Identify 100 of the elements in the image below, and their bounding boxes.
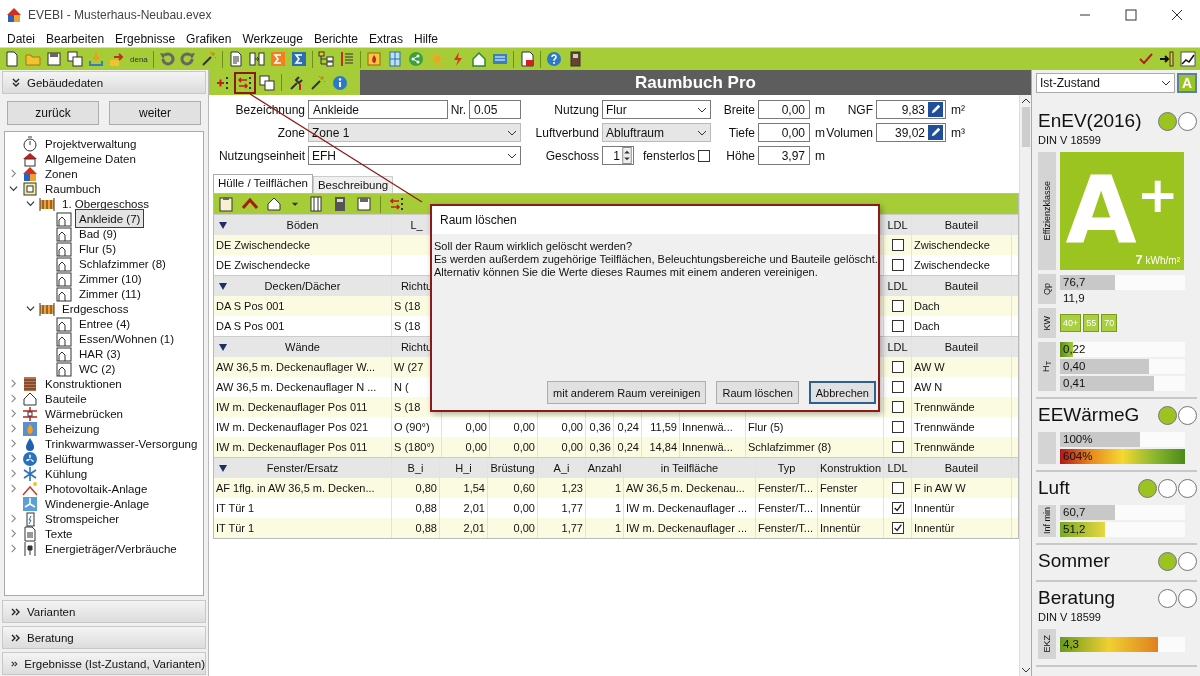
panel-header[interactable]: Beratung: [2, 626, 206, 649]
triangle-icon[interactable]: [218, 342, 228, 352]
spin-field[interactable]: 1: [602, 146, 634, 165]
hierarchy-icon[interactable]: [317, 51, 334, 67]
report-icon[interactable]: [518, 51, 535, 67]
tree-item[interactable]: Bauteile: [41, 390, 91, 407]
panel-header[interactable]: Gebäudedaten: [2, 71, 206, 94]
chevron-icon[interactable]: [9, 184, 18, 193]
report-icon[interactable]: [227, 51, 244, 67]
tree-item[interactable]: Beheizung: [41, 420, 104, 437]
tree-item[interactable]: Flur (5): [75, 240, 121, 257]
menu-item[interactable]: Hilfe: [409, 31, 444, 46]
column-header[interactable]: Typ: [777, 462, 796, 474]
number-field[interactable]: 9,83: [876, 100, 946, 119]
swap-icon[interactable]: [237, 74, 253, 91]
checkbox[interactable]: [891, 259, 904, 271]
arrow-bar-icon[interactable]: [1159, 51, 1175, 67]
checkbox[interactable]: [891, 502, 904, 514]
tree-item[interactable]: HAR (3): [75, 345, 125, 362]
dialog-button[interactable]: Raum löschen: [716, 381, 799, 404]
tree-item[interactable]: Wärmebrücken: [41, 405, 127, 422]
column-header[interactable]: Anzahl: [587, 462, 622, 474]
tree-item[interactable]: Allgemeine Daten: [41, 150, 140, 167]
tree-item[interactable]: Bad (9): [75, 225, 121, 242]
column-header[interactable]: B_i: [407, 462, 424, 474]
network-icon[interactable]: [407, 51, 424, 67]
dialog-button[interactable]: Abbrechen: [808, 381, 876, 404]
save-icon[interactable]: [356, 196, 372, 212]
column-icon[interactable]: [308, 196, 324, 212]
column-header[interactable]: Konstruktion: [819, 462, 882, 474]
text-field[interactable]: Ankleide: [308, 100, 448, 119]
menu-item[interactable]: Berichte: [308, 31, 364, 46]
roof-icon[interactable]: [242, 196, 258, 212]
checkbox[interactable]: [891, 320, 904, 332]
column-header[interactable]: in Teilfläche: [660, 462, 719, 474]
chevron-icon[interactable]: [26, 199, 35, 208]
scroll-thumb[interactable]: [1022, 107, 1030, 147]
number-field[interactable]: 0,00: [758, 100, 810, 119]
chevron-icon[interactable]: [26, 304, 35, 313]
window-icon[interactable]: [386, 51, 403, 67]
column-header[interactable]: Brüstung: [490, 462, 535, 474]
column-header[interactable]: A_i: [553, 462, 570, 474]
dialog-button[interactable]: mit anderem Raum vereinigen: [547, 381, 707, 404]
tree-item[interactable]: Zonen: [41, 165, 82, 182]
dropdown[interactable]: EFH: [308, 146, 521, 165]
house-icon[interactable]: [470, 51, 487, 67]
checkbox[interactable]: [891, 300, 904, 312]
dropdown[interactable]: Ist-Zustand: [1036, 73, 1175, 93]
column-header[interactable]: LDL: [887, 341, 908, 353]
tree-item[interactable]: Zimmer (10): [75, 270, 146, 287]
calculator-icon[interactable]: [332, 196, 348, 212]
checkmark-icon[interactable]: [1138, 51, 1154, 67]
checkbox[interactable]: [891, 401, 904, 413]
back-button[interactable]: zurück: [7, 101, 99, 125]
checkbox[interactable]: [891, 361, 904, 373]
edit-button[interactable]: [928, 102, 943, 117]
tab[interactable]: Hülle / Teilflächen: [213, 174, 313, 193]
column-header[interactable]: Bauteil: [944, 280, 979, 292]
column-header[interactable]: Wände: [285, 341, 320, 353]
column-header[interactable]: L_: [410, 219, 423, 231]
house-outline-icon[interactable]: [266, 196, 282, 212]
column-header[interactable]: LDL: [887, 462, 908, 474]
number-field[interactable]: 0,00: [758, 123, 810, 142]
tree-item[interactable]: Erdgeschoss: [58, 300, 133, 317]
tree-item[interactable]: WC (2): [75, 360, 120, 377]
tree-item[interactable]: Kühlung: [41, 465, 92, 482]
copy-icon[interactable]: [67, 51, 83, 67]
tree-item[interactable]: Projektverwaltung: [41, 135, 141, 152]
tree-item[interactable]: Energieträger/Verbräuche: [41, 540, 181, 557]
tree-item[interactable]: Ankleide (7): [75, 209, 145, 228]
checkbox[interactable]: [698, 149, 711, 162]
flame-icon[interactable]: [365, 51, 382, 67]
redo-icon[interactable]: [179, 51, 196, 67]
checkbox[interactable]: [891, 482, 904, 494]
next-button[interactable]: weiter: [109, 101, 201, 125]
menu-item[interactable]: Werkzeuge: [237, 31, 309, 46]
copy-icon[interactable]: [259, 74, 275, 91]
info-icon[interactable]: [332, 74, 348, 91]
tree-item[interactable]: 1. Obergeschoss: [58, 195, 153, 212]
add-icon[interactable]: [215, 74, 231, 91]
column-header[interactable]: Bauteil: [944, 462, 979, 474]
magic-wand-icon[interactable]: [200, 51, 217, 67]
tree-item[interactable]: Belüftung: [41, 450, 98, 467]
text-field[interactable]: 0.05: [469, 100, 521, 119]
menu-item[interactable]: Extras: [364, 31, 409, 46]
number-field[interactable]: 39,02: [876, 123, 946, 142]
tree-item[interactable]: Stromspeicher: [41, 510, 124, 527]
line-chart-icon[interactable]: [1180, 51, 1196, 67]
column-header[interactable]: Böden: [286, 219, 319, 231]
tree-item[interactable]: Entree (4): [75, 315, 135, 332]
tree-item[interactable]: Essen/Wohnen (1): [75, 330, 179, 347]
tree-item[interactable]: Texte: [41, 525, 77, 542]
checkbox[interactable]: [891, 522, 904, 534]
clipboard-icon[interactable]: [218, 196, 234, 212]
column-header[interactable]: Bauteil: [944, 219, 979, 231]
magic-wand-icon[interactable]: [310, 74, 326, 91]
menu-item[interactable]: Grafiken: [181, 31, 238, 46]
sigma-icon[interactable]: [290, 51, 307, 67]
column-header[interactable]: Bauteil: [944, 341, 979, 353]
checkbox[interactable]: [891, 381, 904, 393]
